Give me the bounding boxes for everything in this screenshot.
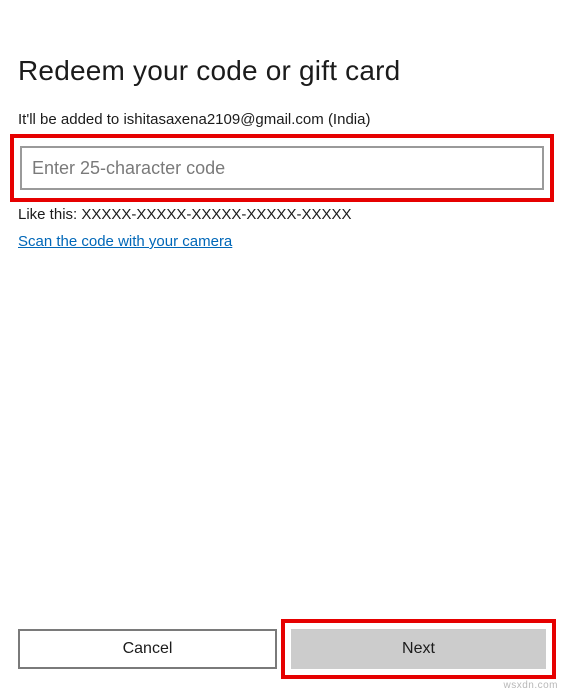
account-info-text: It'll be added to ishitasaxena2109@gmail… [18,111,546,128]
cancel-button[interactable]: Cancel [18,629,277,669]
scan-code-link[interactable]: Scan the code with your camera [18,233,232,250]
watermark-text: wsxdn.com [503,680,558,691]
code-example-text: Like this: XXXXX-XXXXX-XXXXX-XXXXX-XXXXX [18,206,546,223]
page-title: Redeem your code or gift card [18,55,546,87]
next-highlight: Next [281,619,556,679]
input-highlight [10,134,554,202]
button-row: Cancel Next [18,629,546,669]
code-input[interactable] [20,146,544,190]
next-button[interactable]: Next [291,629,546,669]
